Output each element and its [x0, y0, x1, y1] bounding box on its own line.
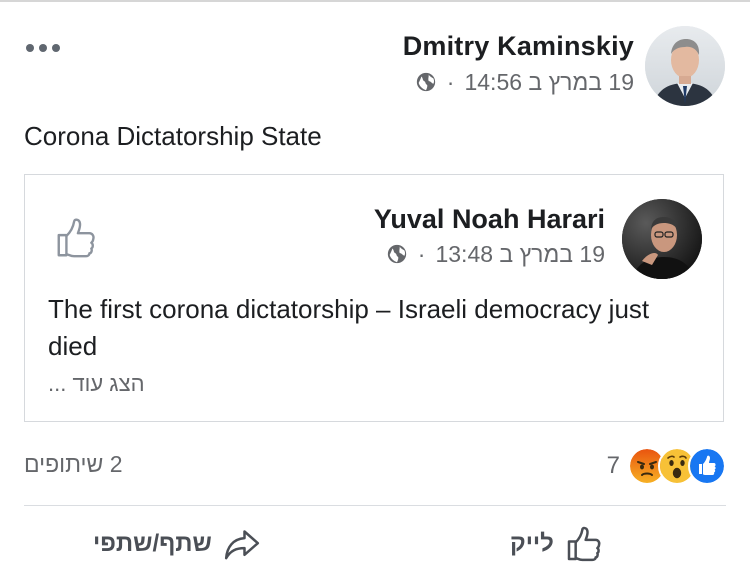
shared-author-avatar[interactable]	[622, 199, 702, 279]
like-button[interactable]: לייק	[510, 520, 604, 568]
dot-icon	[39, 44, 47, 52]
meta-separator: ·	[417, 240, 426, 267]
shared-post-card[interactable]: Yuval Noah Harari · 19 במרץ ב 13:48 The …	[24, 174, 724, 422]
thumbs-up-outline-icon[interactable]	[53, 215, 99, 261]
share-arrow-icon	[224, 530, 259, 560]
thumbs-up-icon	[567, 526, 601, 562]
like-icon	[688, 447, 726, 485]
shared-post-meta: · 19 במרץ ב 13:48	[386, 239, 605, 269]
more-options-button[interactable]	[26, 38, 62, 58]
avatar-photo	[645, 26, 725, 106]
dot-icon	[52, 44, 60, 52]
actions-divider	[24, 505, 726, 506]
shared-post-text: The first corona dictatorship – Israeli …	[48, 294, 650, 361]
author-avatar[interactable]	[645, 26, 725, 106]
share-label: שתף/שתפי	[93, 530, 212, 557]
author-name[interactable]: Dmitry Kaminskiy	[403, 31, 634, 62]
facebook-post: Dmitry Kaminskiy · 19 במרץ ב 14:56 Coron…	[0, 0, 750, 581]
shared-post-timestamp[interactable]: 19 במרץ ב 13:48	[435, 241, 605, 268]
avatar-photo	[622, 199, 702, 279]
reaction-count: 7	[606, 452, 620, 479]
shared-author-name[interactable]: Yuval Noah Harari	[374, 204, 605, 235]
post-text: Corona Dictatorship State	[24, 121, 322, 151]
share-button[interactable]: שתף/שתפי	[93, 520, 262, 568]
post-timestamp[interactable]: 19 במרץ ב 14:56	[464, 69, 634, 96]
meta-separator: ·	[446, 68, 455, 95]
like-label: לייק	[510, 530, 554, 557]
see-more-link[interactable]: ... הצג עוד	[48, 371, 145, 397]
dot-icon	[26, 44, 34, 52]
post-meta: · 19 במרץ ב 14:56	[415, 67, 634, 97]
reactions-summary[interactable]: 7	[606, 447, 726, 485]
top-divider	[0, 0, 750, 2]
globe-icon	[387, 244, 406, 264]
globe-icon	[416, 72, 435, 92]
shares-count[interactable]: 2 שיתופים	[24, 451, 123, 478]
